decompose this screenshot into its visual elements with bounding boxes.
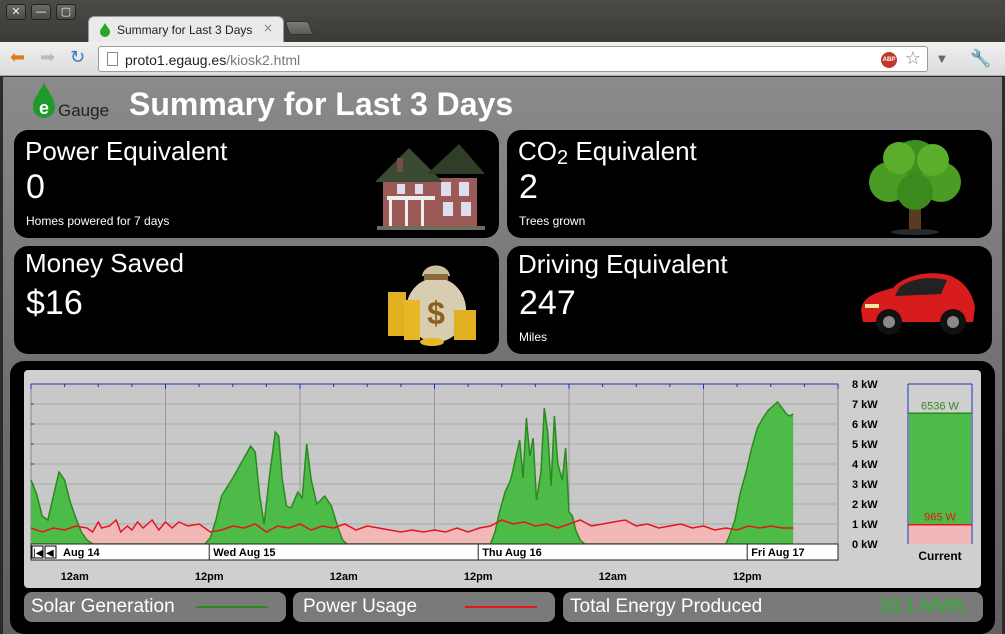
card-title: CO2 Equivalent: [518, 136, 697, 169]
current-solar-label: 6536 W: [921, 400, 960, 412]
tab-close-icon[interactable]: ×: [263, 21, 273, 35]
y-tick-label: 5 kW: [852, 439, 878, 451]
x-time-label: 12pm: [195, 571, 224, 583]
egauge-drop-icon: e: [33, 83, 55, 118]
y-tick-label: 0 kW: [852, 539, 878, 551]
first-page-icon: |◀: [33, 548, 44, 559]
address-bar[interactable]: proto1.egaug.es/kiosk2.html ABP ☆: [98, 46, 928, 72]
card-caption: Trees grown: [519, 214, 586, 228]
chart-area: 8 kW 7 kW 6 kW 5 kW 4 kW 3 kW 2 kW 1 kW 0 kW Aug …: [24, 370, 981, 588]
browser-window: ✕ — ▢ Summary for Last 3 Days × ⬅ ➡ ↻ pr…: [0, 0, 1005, 634]
y-tick-label: 4 kW: [852, 459, 878, 471]
tab-title: Summary for Last 3 Days: [117, 23, 253, 37]
tree-icon: [869, 140, 961, 235]
current-usage-bar: [909, 524, 971, 544]
card-title: Power Equivalent: [25, 136, 228, 166]
minimize-window-icon[interactable]: —: [31, 4, 51, 20]
svg-text:$: $: [427, 295, 445, 331]
legend-usage: Power Usage: [293, 592, 555, 622]
legend-swatch: [196, 606, 268, 608]
adblock-icon[interactable]: ABP: [881, 52, 897, 68]
x-day-label: Wed Aug 15: [213, 547, 275, 559]
card-value: $16: [26, 284, 83, 322]
browser-toolbar: ⬅ ➡ ↻ proto1.egaug.es/kiosk2.html ABP ☆ …: [0, 42, 1005, 76]
logo-text: Gauge: [58, 101, 110, 120]
card-title: Money Saved: [25, 248, 184, 278]
reload-icon[interactable]: ↻: [70, 49, 85, 67]
y-tick-label: 6 kW: [852, 419, 878, 431]
total-energy-label: Total Energy Produced: [570, 596, 763, 617]
egauge-logo: e Gauge: [28, 83, 118, 123]
y-tick-label: 7 kW: [852, 399, 878, 411]
page-icon: [107, 52, 118, 66]
x-time-label: 12am: [61, 571, 89, 583]
legend-solar: Solar Generation: [24, 592, 286, 622]
date-bar: [30, 543, 839, 561]
energy-chart[interactable]: 8 kW 7 kW 6 kW 5 kW 4 kW 3 kW 2 kW 1 kW 0 kW Aug …: [24, 370, 981, 588]
money-saved-card: Money Saved $16 $: [14, 246, 499, 354]
driving-equivalent-card: Driving Equivalent 247 Miles: [507, 246, 992, 354]
url-text: proto1.egaug.es/kiosk2.html: [125, 52, 301, 68]
money-bag-icon: $: [388, 265, 476, 346]
card-value: 2: [519, 168, 538, 206]
co2-equivalent-card: CO2 Equivalent 2 Trees grown: [507, 130, 992, 238]
card-value: 247: [519, 284, 576, 322]
card-title: Driving Equivalent: [518, 249, 728, 279]
title-bar: ✕ — ▢ Summary for Last 3 Days ×: [0, 0, 1005, 42]
x-time-label: 12am: [330, 571, 358, 583]
current-label: Current: [918, 549, 961, 563]
back-arrow-icon[interactable]: ⬅: [10, 49, 25, 67]
prev-page-icon: ◀: [46, 548, 54, 559]
house-icon: [375, 144, 485, 230]
bookmark-star-icon[interactable]: ☆: [905, 48, 921, 69]
logo-letter: e: [39, 98, 49, 118]
x-day-label: Thu Aug 16: [482, 547, 541, 559]
card-caption: Homes powered for 7 days: [26, 214, 170, 228]
wrench-icon[interactable]: 🔧: [970, 49, 991, 69]
x-time-label: 12pm: [733, 571, 762, 583]
maximize-window-icon[interactable]: ▢: [56, 4, 76, 20]
card-caption: Miles: [519, 330, 548, 344]
egauge-favicon-icon: [100, 23, 110, 37]
x-day-label: Aug 14: [63, 547, 101, 559]
x-time-label: 12pm: [464, 571, 493, 583]
legend-swatch: [465, 606, 537, 608]
close-window-icon[interactable]: ✕: [6, 4, 26, 20]
kiosk-page: e Gauge Summary for Last 3 Days Power Eq…: [3, 77, 1002, 634]
page-title: Summary for Last 3 Days: [129, 86, 514, 122]
power-equivalent-card: Power Equivalent 0 Homes powered for 7 d…: [14, 130, 499, 238]
chevron-down-icon[interactable]: ▼: [938, 54, 946, 65]
y-tick-label: 2 kW: [852, 499, 878, 511]
y-tick-label: 8 kW: [852, 379, 878, 391]
current-usage-label: 965 W: [924, 512, 956, 524]
card-value: 0: [26, 168, 45, 206]
chart-panel: 8 kW 7 kW 6 kW 5 kW 4 kW 3 kW 2 kW 1 kW 0 kW Aug …: [10, 361, 995, 634]
car-icon: [861, 273, 975, 335]
new-tab-button[interactable]: [284, 21, 314, 35]
legend-label: Solar Generation: [31, 596, 175, 617]
forward-arrow-icon[interactable]: ➡: [40, 49, 55, 67]
y-tick-label: 3 kW: [852, 479, 878, 491]
x-time-label: 12am: [599, 571, 627, 583]
legend-label: Power Usage: [303, 596, 418, 617]
total-energy-value: 38.1 MWh: [878, 596, 965, 617]
total-energy-box: Total Energy Produced 38.1 MWh: [563, 592, 983, 622]
x-day-label: Fri Aug 17: [751, 547, 804, 559]
browser-tab[interactable]: Summary for Last 3 Days ×: [88, 16, 284, 42]
y-tick-label: 1 kW: [852, 519, 878, 531]
